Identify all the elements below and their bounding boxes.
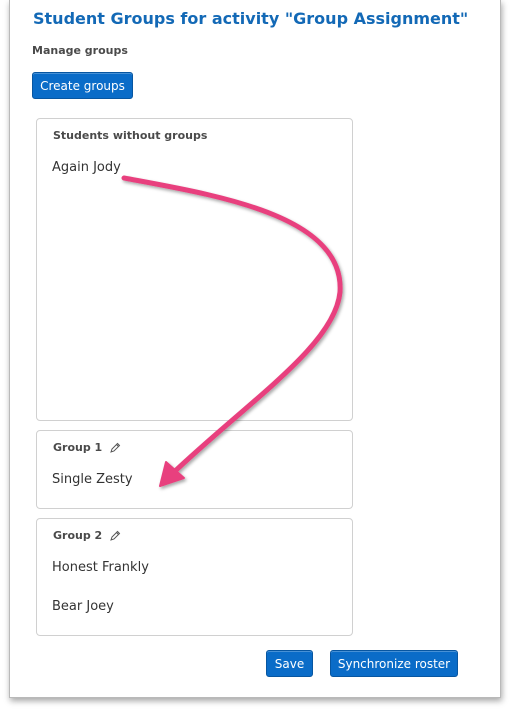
student-item[interactable]: Honest Frankly xyxy=(52,560,149,575)
unassigned-students-panel[interactable]: Students without groups Again Jody xyxy=(36,118,353,421)
pencil-icon[interactable] xyxy=(109,442,121,454)
create-groups-button[interactable]: Create groups xyxy=(32,72,133,99)
save-button[interactable]: Save xyxy=(266,650,313,677)
group-panel-2[interactable]: Group 2 Honest Frankly Bear Joey xyxy=(36,518,353,636)
unassigned-header: Students without groups xyxy=(53,129,208,142)
pencil-icon[interactable] xyxy=(109,530,121,542)
group-name: Group 1 xyxy=(53,441,103,454)
page-title: Student Groups for activity "Group Assig… xyxy=(33,9,469,28)
group-panel-1[interactable]: Group 1 Single Zesty xyxy=(36,430,353,509)
section-subtitle: Manage groups xyxy=(32,44,128,57)
synchronize-roster-button[interactable]: Synchronize roster xyxy=(330,650,458,677)
student-item[interactable]: Single Zesty xyxy=(52,472,133,487)
group-header: Group 1 xyxy=(53,441,121,454)
dialog-window: Student Groups for activity "Group Assig… xyxy=(9,0,501,698)
group-header: Group 2 xyxy=(53,529,121,542)
student-item[interactable]: Again Jody xyxy=(52,160,121,175)
student-item[interactable]: Bear Joey xyxy=(52,599,114,614)
group-name: Group 2 xyxy=(53,529,103,542)
